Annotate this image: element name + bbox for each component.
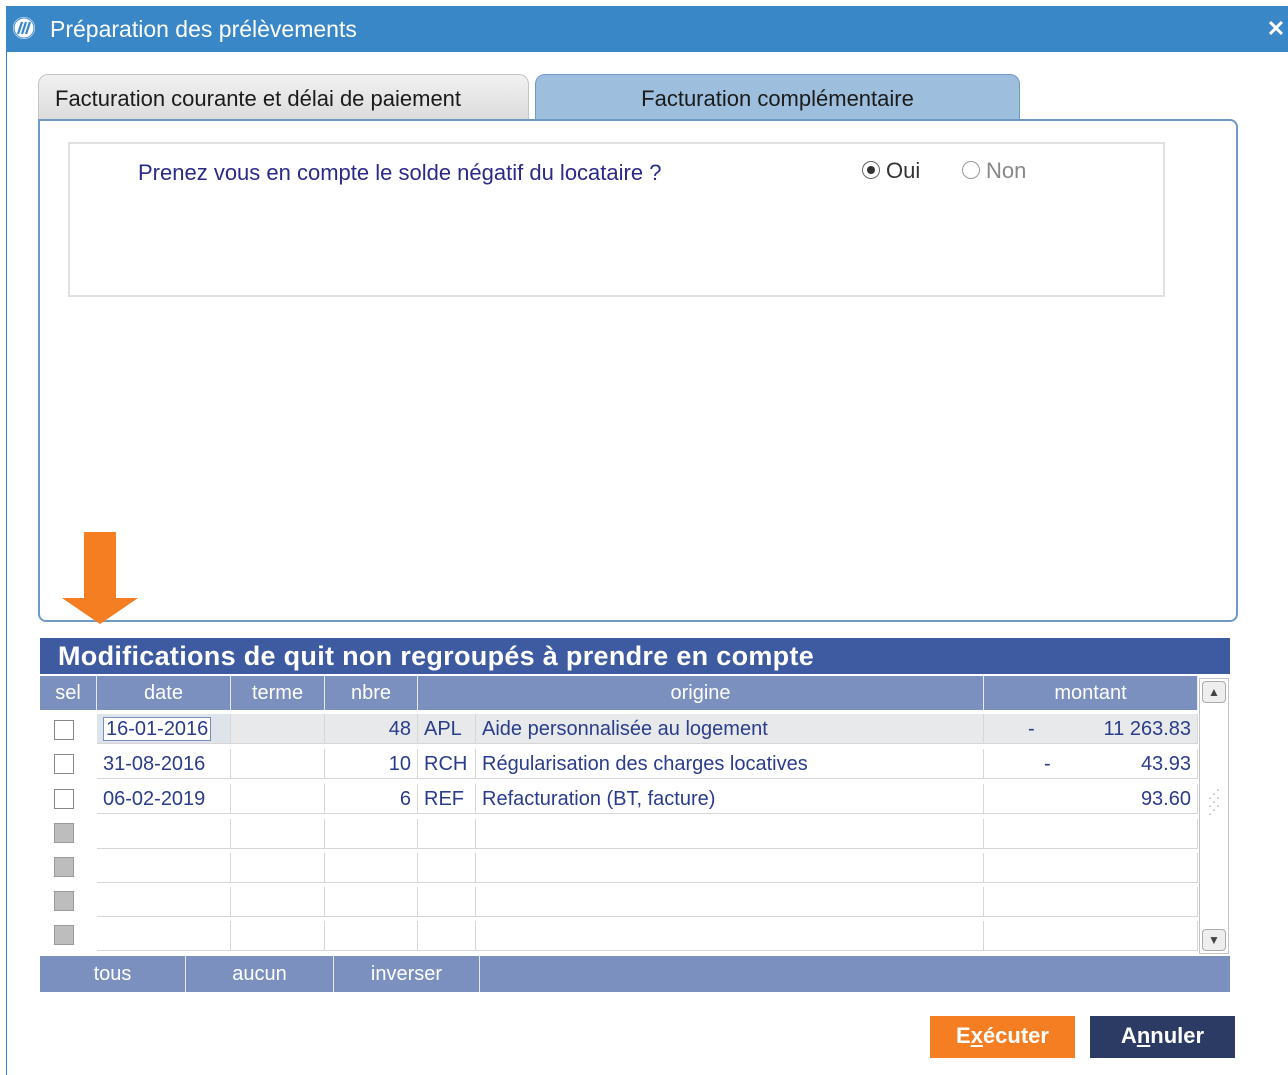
select-all-button[interactable]: tous bbox=[40, 956, 186, 992]
invert-selection-button[interactable]: inverser bbox=[334, 956, 480, 992]
montant-value: 11 263.83 bbox=[1103, 718, 1192, 740]
column-header-nbre[interactable]: nbre bbox=[325, 676, 418, 710]
table-cell-empty bbox=[231, 921, 325, 951]
row-checkbox-disabled bbox=[54, 925, 74, 945]
montant-value: 43.93 bbox=[1140, 753, 1191, 775]
column-header-montant[interactable]: montant bbox=[984, 676, 1198, 710]
radio-oui-label: Oui bbox=[886, 158, 921, 183]
table-cell-origine[interactable]: Aide personnalisée au logement bbox=[476, 714, 984, 744]
table-cell-date[interactable]: 06-02-2019 bbox=[97, 784, 231, 814]
table-cell-terme[interactable] bbox=[231, 714, 325, 744]
table-cell-empty bbox=[418, 819, 476, 849]
execute-button[interactable]: Exécuter bbox=[930, 1016, 1075, 1058]
table-cell-montant[interactable]: 93.60 bbox=[984, 784, 1198, 814]
row-checkbox[interactable] bbox=[54, 789, 74, 809]
table-cell-empty bbox=[984, 921, 1198, 951]
radio-oui[interactable]: Oui bbox=[862, 158, 920, 184]
column-header-terme[interactable]: terme bbox=[231, 676, 325, 710]
table-cell-empty bbox=[984, 853, 1198, 883]
table-cell-empty bbox=[476, 887, 984, 917]
select-none-button[interactable]: aucun bbox=[186, 956, 334, 992]
row-checkbox-disabled bbox=[54, 823, 74, 843]
down-arrow-icon bbox=[62, 532, 138, 624]
table-cell-code[interactable]: RCH bbox=[418, 749, 476, 779]
row-checkbox-disabled bbox=[54, 857, 74, 877]
table-cell-empty bbox=[325, 887, 418, 917]
table-cell-empty bbox=[231, 887, 325, 917]
table-cell-nbre[interactable]: 10 bbox=[325, 749, 418, 779]
row-checkbox[interactable] bbox=[54, 720, 74, 740]
table-cell-date[interactable]: 31-08-2016 bbox=[97, 749, 231, 779]
grid-title: Modifications de quit non regroupés à pr… bbox=[40, 638, 1230, 674]
table-cell-empty bbox=[476, 819, 984, 849]
cancel-label-pre: A bbox=[1120, 1023, 1137, 1048]
tab-facturation-complementaire[interactable]: Facturation complémentaire bbox=[535, 74, 1020, 120]
cancel-label-post: nuler bbox=[1150, 1023, 1205, 1048]
table-cell-nbre[interactable]: 48 bbox=[325, 714, 418, 744]
column-header-origine[interactable]: origine bbox=[418, 676, 984, 710]
table-cell-montant[interactable]: - 11 263.83 bbox=[984, 714, 1198, 744]
table-cell-empty bbox=[231, 819, 325, 849]
table-cell-terme[interactable] bbox=[231, 749, 325, 779]
column-header-date[interactable]: date bbox=[97, 676, 231, 710]
cancel-label-accesskey: n bbox=[1136, 1023, 1151, 1048]
table-cell-empty bbox=[97, 819, 231, 849]
execute-label-post: écuter bbox=[982, 1023, 1049, 1048]
table-cell-empty bbox=[97, 887, 231, 917]
date-value: 16-01-2016 bbox=[103, 717, 212, 741]
montant-sign: - bbox=[1044, 753, 1051, 775]
question-label: Prenez vous en compte le solde négatif d… bbox=[138, 160, 662, 185]
montant-value: 93.60 bbox=[1140, 788, 1191, 810]
app-logo-icon bbox=[13, 17, 35, 39]
scroll-down-icon[interactable]: ▼ bbox=[1202, 929, 1226, 951]
table-cell-empty bbox=[984, 887, 1198, 917]
row-checkbox[interactable] bbox=[54, 754, 74, 774]
table-cell-empty bbox=[476, 853, 984, 883]
table-cell-code[interactable]: APL bbox=[418, 714, 476, 744]
execute-label-pre: E bbox=[956, 1023, 971, 1048]
table-cell-empty bbox=[476, 921, 984, 951]
table-cell-terme[interactable] bbox=[231, 784, 325, 814]
table-cell-nbre[interactable]: 6 bbox=[325, 784, 418, 814]
radio-checked-icon bbox=[862, 161, 880, 180]
tab-facturation-courante[interactable]: Facturation courante et délai de paiemen… bbox=[38, 74, 529, 120]
table-cell-empty bbox=[97, 921, 231, 951]
window-title: Préparation des prélèvements bbox=[50, 16, 357, 42]
table-cell-empty bbox=[231, 853, 325, 883]
table-cell-empty bbox=[418, 853, 476, 883]
montant-sign: - bbox=[1028, 718, 1035, 740]
execute-label-accesskey: x bbox=[970, 1023, 983, 1048]
cancel-button[interactable]: Annuler bbox=[1090, 1016, 1235, 1058]
table-cell-empty bbox=[97, 853, 231, 883]
table-cell-empty bbox=[325, 921, 418, 951]
row-checkbox-disabled bbox=[54, 891, 74, 911]
table-cell-empty bbox=[984, 819, 1198, 849]
table-cell-date[interactable]: 16-01-2016 bbox=[97, 714, 231, 744]
table-cell-code[interactable]: REF bbox=[418, 784, 476, 814]
radio-non[interactable]: Non bbox=[962, 158, 1026, 184]
scroll-up-icon[interactable]: ▲ bbox=[1202, 681, 1226, 703]
table-cell-empty bbox=[325, 819, 418, 849]
table-cell-empty bbox=[418, 921, 476, 951]
table-cell-empty bbox=[325, 853, 418, 883]
close-icon[interactable]: ✕ bbox=[1264, 16, 1288, 42]
table-cell-montant[interactable]: - 43.93 bbox=[984, 749, 1198, 779]
table-cell-origine[interactable]: Régularisation des charges locatives bbox=[476, 749, 984, 779]
scroll-grip-icon: ⋰ ⋰ ⋰ bbox=[1208, 787, 1220, 817]
table-cell-empty bbox=[418, 887, 476, 917]
radio-unchecked-icon bbox=[962, 161, 980, 180]
radio-non-label: Non bbox=[986, 158, 1027, 183]
table-cell-origine[interactable]: Refacturation (BT, facture) bbox=[476, 784, 984, 814]
window-border bbox=[6, 52, 7, 1075]
column-header-sel[interactable]: sel bbox=[40, 676, 97, 710]
